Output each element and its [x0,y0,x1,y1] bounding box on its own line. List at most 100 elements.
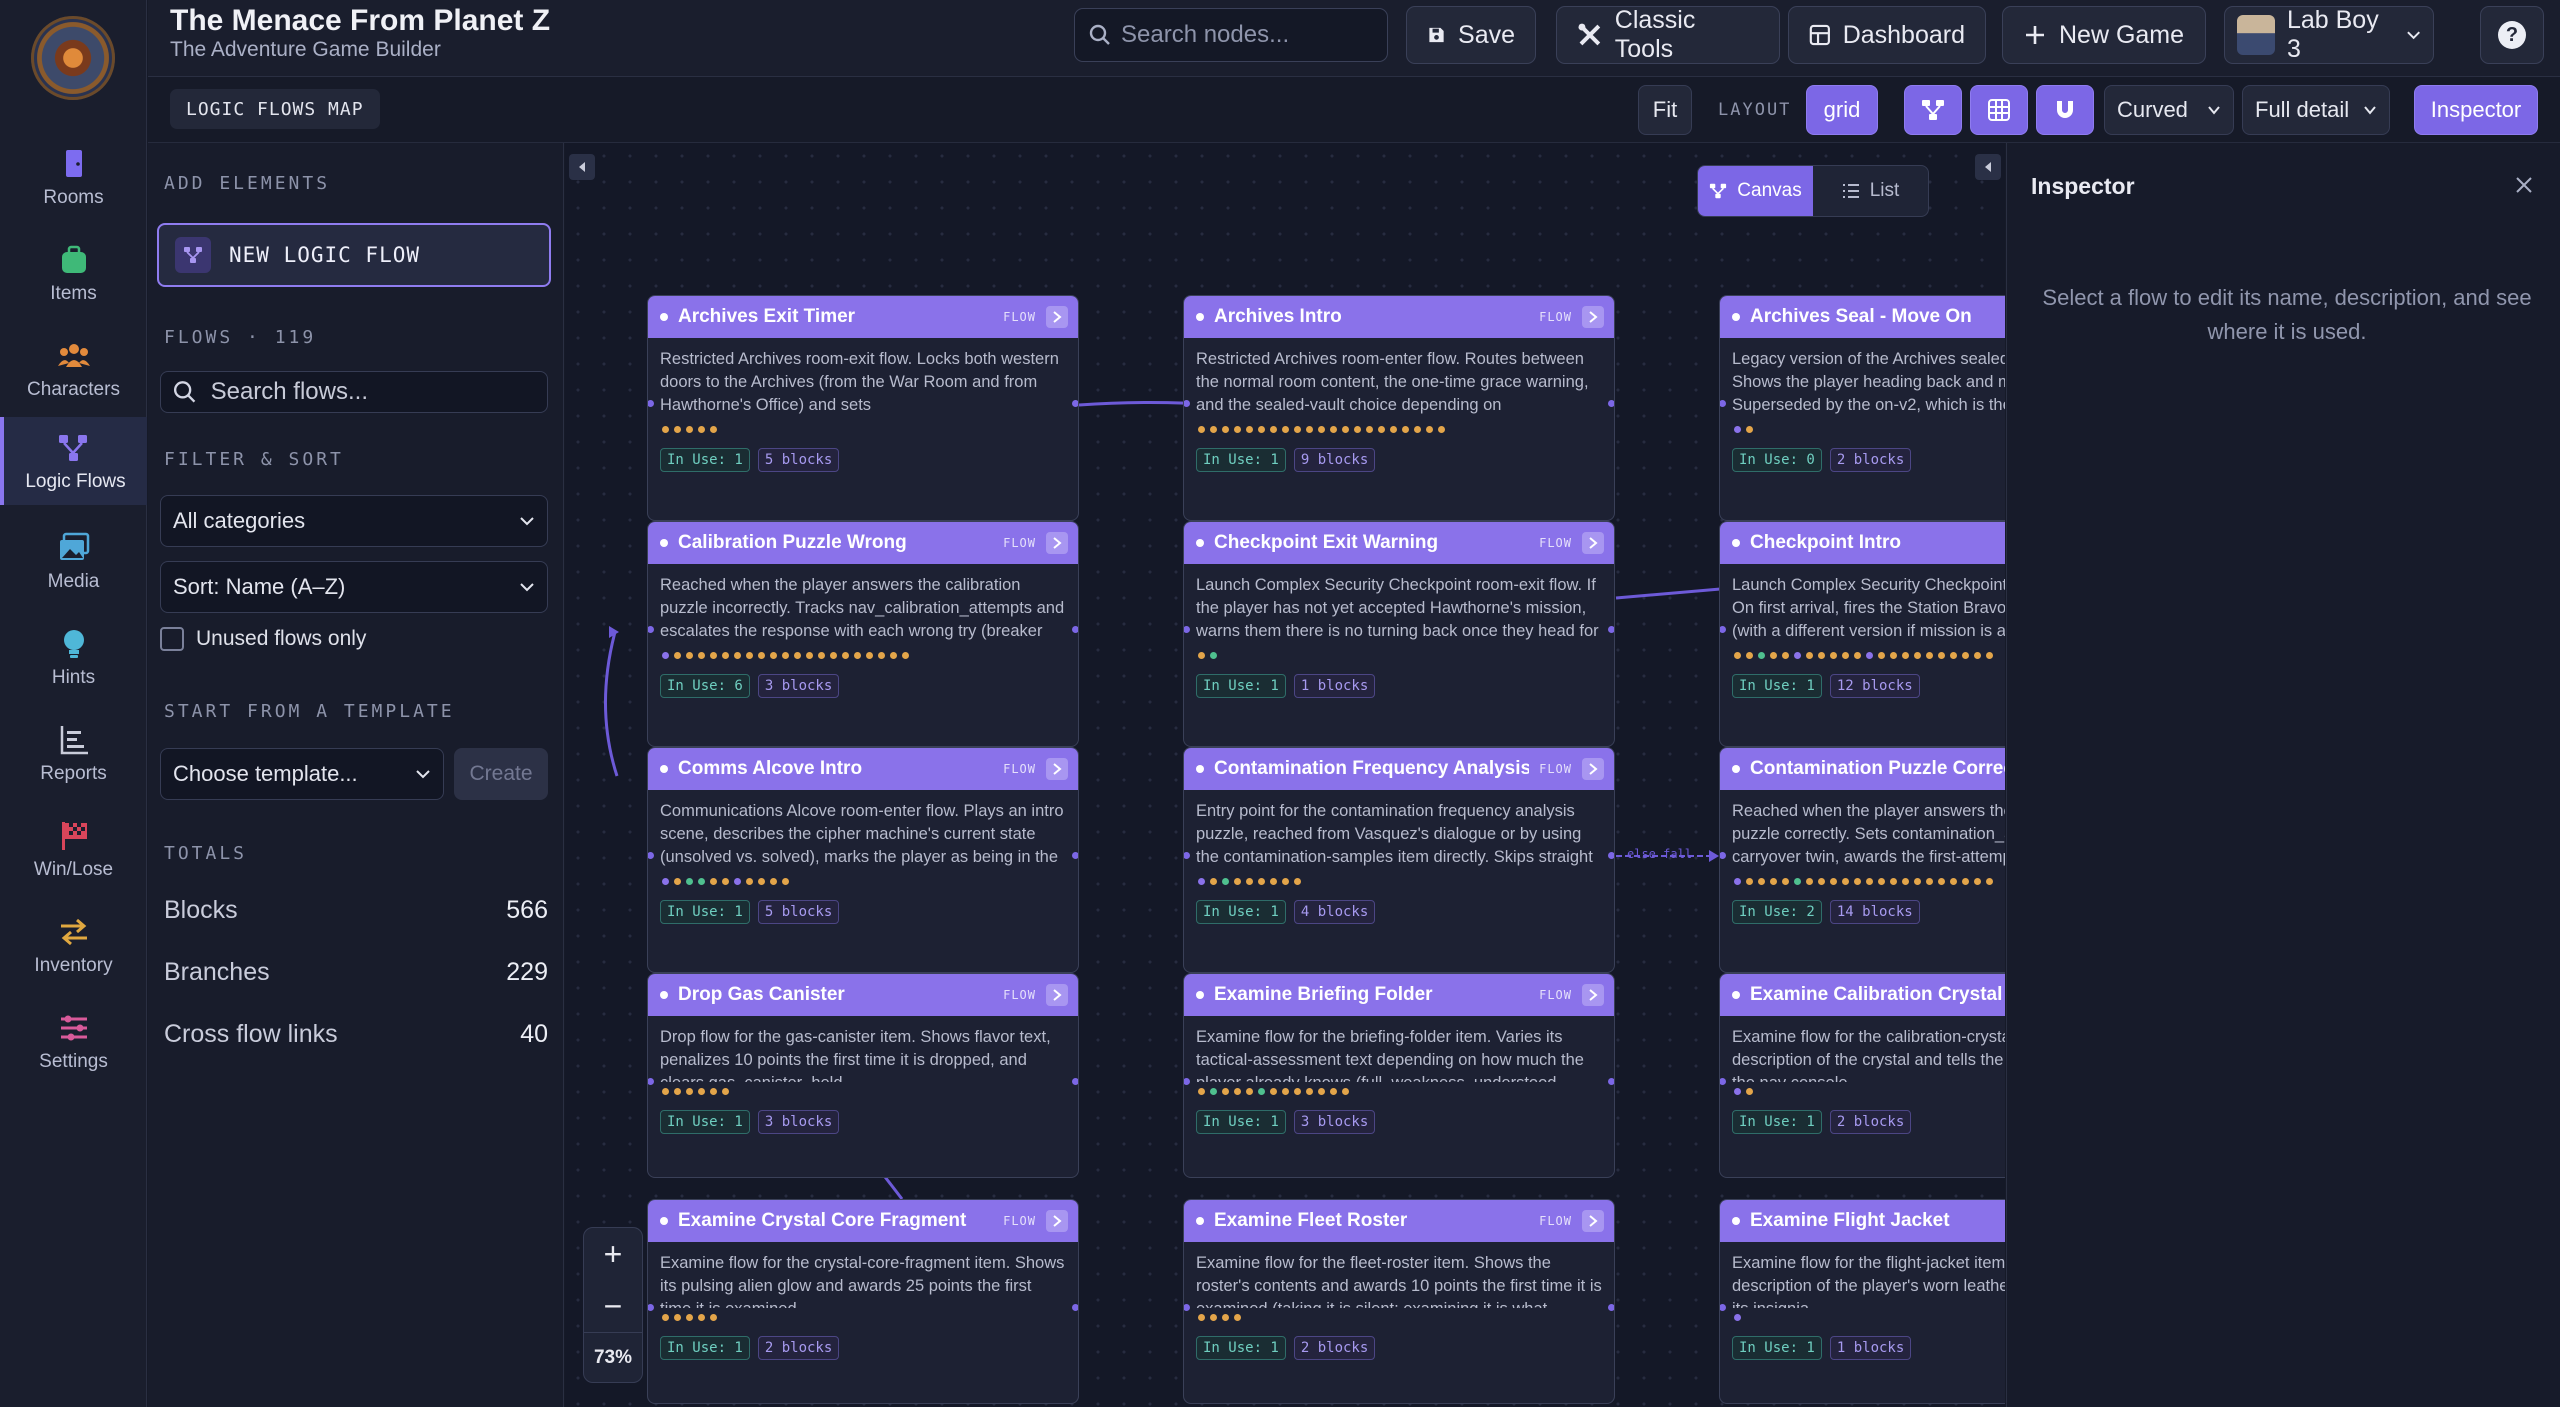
input-port[interactable] [1720,852,1726,859]
flow-node[interactable]: Archives Exit Timer FLOW Restricted Archiv… [647,295,1079,521]
open-flow-button[interactable] [1582,532,1604,554]
rail-item-hints[interactable]: Hints [0,613,147,701]
flow-node[interactable]: Examine Calibration CrystalFLOW Examine f… [1719,973,2005,1178]
collapse-left-panel-button[interactable] [569,154,595,180]
rail-item-rooms[interactable]: Rooms [0,133,147,221]
collapse-inspector-button[interactable] [1975,154,2001,180]
dashboard-button[interactable]: Dashboard [1788,6,1986,64]
flow-node[interactable]: Calibration Puzzle Wrong FLOW Reached when… [647,521,1079,747]
flow-node[interactable]: Contamination Puzzle CorrectFLOW Reached … [1719,747,2005,973]
open-flow-button[interactable] [1046,758,1068,780]
output-port[interactable] [1608,852,1614,859]
classic-tools-button[interactable]: Classic Tools [1556,6,1780,64]
output-port[interactable] [1072,1078,1078,1085]
flow-node[interactable]: Comms Alcove Intro FLOW Communications Alc… [647,747,1079,973]
rail-item-characters[interactable]: Characters [0,325,147,413]
output-port[interactable] [1608,1078,1614,1085]
output-port[interactable] [1072,852,1078,859]
list-view-tab[interactable]: List [1813,166,1928,216]
input-port[interactable] [1184,1078,1190,1085]
rail-item-media[interactable]: Media [0,517,147,605]
create-button[interactable]: Create [454,748,548,800]
open-flow-button[interactable] [1582,1210,1604,1232]
search-nodes-field[interactable] [1074,8,1388,62]
output-port[interactable] [1608,1304,1614,1311]
rail-item-items[interactable]: Items [0,229,147,317]
rail-item-reports[interactable]: Reports [0,709,147,797]
output-port[interactable] [1608,400,1614,407]
inspector-toggle[interactable]: Inspector [2414,85,2538,135]
open-flow-button[interactable] [1046,532,1068,554]
input-port[interactable] [1720,626,1726,633]
open-flow-button[interactable] [1046,306,1068,328]
input-port[interactable] [1184,400,1190,407]
input-port[interactable] [1720,400,1726,407]
open-flow-button[interactable] [1046,1210,1068,1232]
zoom-in-button[interactable]: + [584,1228,642,1280]
flow-node-header[interactable]: Contamination Frequency Analysis FLOW [1184,748,1614,790]
template-select[interactable]: Choose template... [160,748,444,800]
flow-node[interactable]: Checkpoint IntroFLOW Launch Complex Secur… [1719,521,2005,747]
flow-node-header[interactable]: Archives Intro FLOW [1184,296,1614,338]
rail-item-settings[interactable]: Settings [0,997,147,1085]
checkbox-box[interactable] [160,627,184,651]
flow-node[interactable]: Examine Crystal Core Fragment FLOW Examine… [647,1199,1079,1404]
input-port[interactable] [1184,626,1190,633]
show-grid-toggle[interactable] [1970,85,2028,135]
category-select[interactable]: All categories [160,495,548,547]
save-button[interactable]: Save [1406,6,1536,64]
flow-node[interactable]: Contamination Frequency Analysis FLOW Entr… [1183,747,1615,973]
unused-only-checkbox[interactable]: Unused flows only [160,627,366,651]
flow-node-header[interactable]: Examine Crystal Core Fragment FLOW [648,1200,1078,1242]
layout-tree-button[interactable] [1904,85,1962,135]
flow-node[interactable]: Checkpoint Exit Warning FLOW Launch Comple… [1183,521,1615,747]
flow-node-header[interactable]: Examine Calibration CrystalFLOW [1720,974,2005,1016]
snap-toggle[interactable] [2036,85,2094,135]
flows-search-field[interactable] [160,371,548,413]
layout-grid-button[interactable]: grid [1806,85,1878,135]
flow-node[interactable]: Examine Flight JacketFLOW Examine flow fo… [1719,1199,2005,1404]
open-flow-button[interactable] [1046,984,1068,1006]
help-button[interactable]: ? [2480,6,2544,64]
flow-node[interactable]: Examine Fleet Roster FLOW Examine flow for… [1183,1199,1615,1404]
rail-item-logic-flows[interactable]: Logic Flows [0,417,147,505]
output-port[interactable] [1072,1304,1078,1311]
flow-node-header[interactable]: Drop Gas Canister FLOW [648,974,1078,1016]
input-port[interactable] [1720,1304,1726,1311]
app-logo[interactable] [31,16,115,100]
flow-node-header[interactable]: Contamination Puzzle CorrectFLOW [1720,748,2005,790]
input-port[interactable] [1720,1078,1726,1085]
fit-button[interactable]: Fit [1638,85,1692,135]
sort-select[interactable]: Sort: Name (A–Z) [160,561,548,613]
user-menu[interactable]: Lab Boy 3 [2224,6,2434,64]
flow-node-header[interactable]: Examine Fleet Roster FLOW [1184,1200,1614,1242]
new-logic-flow-button[interactable]: NEW LOGIC FLOW [157,223,551,287]
flow-node[interactable]: Examine Briefing Folder FLOW Examine flow … [1183,973,1615,1178]
flow-node-header[interactable]: Comms Alcove Intro FLOW [648,748,1078,790]
flow-node[interactable]: Archives Intro FLOW Restricted Archives ro… [1183,295,1615,521]
flow-node-header[interactable]: Checkpoint Exit Warning FLOW [1184,522,1614,564]
output-port[interactable] [1072,400,1078,407]
output-port[interactable] [1072,626,1078,633]
flow-node[interactable]: Drop Gas Canister FLOW Drop flow for the g… [647,973,1079,1178]
input-port[interactable] [648,1078,654,1085]
flow-node[interactable]: Archives Seal - Move OnFLOW Legacy versio… [1719,295,2005,521]
flows-search-input[interactable] [210,378,535,406]
input-port[interactable] [1184,1304,1190,1311]
flow-node-header[interactable]: Archives Seal - Move OnFLOW [1720,296,2005,338]
open-flow-button[interactable] [1582,984,1604,1006]
close-icon[interactable] [2512,173,2536,197]
canvas-view-tab[interactable]: Canvas [1698,166,1813,216]
input-port[interactable] [648,626,654,633]
new-game-button[interactable]: New Game [2002,6,2206,64]
output-port[interactable] [1608,626,1614,633]
input-port[interactable] [1184,852,1190,859]
input-port[interactable] [648,400,654,407]
flow-canvas[interactable]: else fall Canvas List Archives Exit Time… [565,143,2005,1407]
flow-node-header[interactable]: Checkpoint IntroFLOW [1720,522,2005,564]
edge-style-select[interactable]: Curved [2104,85,2234,135]
flow-node-header[interactable]: Examine Briefing Folder FLOW [1184,974,1614,1016]
input-port[interactable] [648,1304,654,1311]
open-flow-button[interactable] [1582,758,1604,780]
flow-node-header[interactable]: Examine Flight JacketFLOW [1720,1200,2005,1242]
